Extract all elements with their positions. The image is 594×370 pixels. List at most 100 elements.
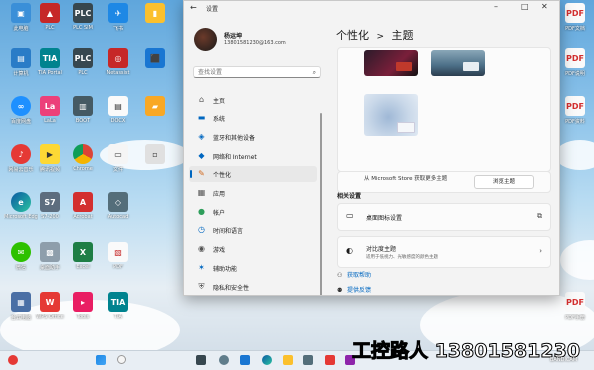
watermark: 工控路人 13801581230 (351, 340, 581, 363)
sidebar-item-accounts[interactable]: ● 帐户 (189, 204, 317, 220)
mail-icon[interactable] (240, 355, 250, 365)
sidebar-item-label: 时间和语言 (213, 228, 244, 235)
theme-gallery (337, 47, 551, 172)
folder-icon[interactable] (283, 355, 293, 365)
contrast-themes-row[interactable]: ◐ 对比度主题 适用于低视力、光敏感度的颜色主题 › (337, 236, 551, 268)
desktop-icon[interactable]: ◎ Netassist (101, 48, 135, 76)
page-title: 主题 (391, 29, 414, 42)
sidebar: 杨运坤 13801581230@163.com 查找设置 ⌕ ⌂ 主页 ▬ 系统… (184, 15, 324, 295)
minimize-button[interactable]: – (494, 2, 498, 11)
breadcrumb-parent[interactable]: 个性化 (336, 29, 369, 42)
sidebar-item-system[interactable]: ▬ 系统 (189, 110, 317, 126)
sidebar-item-privacy[interactable]: ⛨ 隐私和安全性 (189, 279, 317, 295)
task-view-icon[interactable] (196, 355, 206, 365)
avatar[interactable] (194, 28, 217, 51)
desktop-icon[interactable]: TIA TIA (101, 292, 135, 320)
maximize-button[interactable]: □ (521, 2, 529, 11)
sidebar-item-accessibility[interactable]: ✶ 辅助功能 (189, 260, 317, 276)
cloud (560, 240, 594, 280)
desktop-icon[interactable]: ▧ PDF (101, 242, 135, 270)
close-button[interactable]: ✕ (541, 2, 548, 11)
start-icon[interactable] (96, 355, 106, 365)
get-help-link[interactable]: ⚇ 获取帮助 (337, 270, 371, 279)
edge-icon[interactable] (262, 355, 272, 365)
desktop-icon[interactable]: ▸ Tools (66, 292, 100, 320)
desktop-icon[interactable]: S7 S7-200 (33, 192, 67, 220)
desktop-icon[interactable]: W WPS Office (33, 292, 67, 320)
desktop-icon[interactable]: La LaLa (33, 96, 67, 124)
app-title: 设置 (206, 6, 219, 13)
back-arrow-icon[interactable]: ← (190, 3, 197, 12)
desktop-icon[interactable]: ▶ 腾讯视频 (33, 144, 67, 173)
sidebar-item-personalization[interactable]: ✎ 个性化 (189, 166, 317, 182)
desktop-icon[interactable]: PLC PLC SIM (66, 3, 100, 31)
desktop-icon[interactable]: X Excel (66, 242, 100, 270)
search-placeholder: 查找设置 (198, 69, 223, 76)
desktop-icon[interactable]: ▫ (138, 144, 172, 164)
selection-indicator (190, 170, 192, 178)
sidebar-item-home[interactable]: ⌂ 主页 (189, 92, 317, 108)
store-icon[interactable] (303, 355, 313, 365)
settings-window: ← 设置 – □ ✕ 杨运坤 13801581230@163.com 查找设置 … (183, 0, 560, 296)
search-input[interactable]: 查找设置 ⌕ (193, 66, 321, 78)
desktop-icon[interactable]: ⬛ (138, 48, 172, 68)
sidebar-item-label: 隐私和安全性 (213, 285, 250, 292)
sidebar-item-label: 个性化 (213, 172, 232, 179)
wps-icon[interactable] (325, 355, 335, 365)
sidebar-item-bluetooth[interactable]: ◈ 蓝牙和其他设备 (189, 129, 317, 145)
desktop-icon[interactable]: Chrome (66, 144, 100, 172)
desktop-icon[interactable]: ▮ (138, 3, 172, 23)
user-email: 13801581230@163.com (224, 40, 286, 46)
sidebar-item-apps[interactable]: ▦ 应用 (189, 185, 317, 201)
browse-themes-button[interactable]: 浏览主题 (474, 175, 534, 189)
desktop-icon[interactable]: ▤ DOCX (101, 96, 135, 124)
desktop-icon[interactable]: PDF PDF文档 (558, 3, 592, 32)
contrast-themes-title: 对比度主题 (366, 246, 397, 253)
desktop-icon[interactable]: ✈ 飞书 (101, 3, 135, 32)
theme-thumbnail[interactable] (431, 50, 485, 76)
settings-taskbar-icon[interactable] (219, 355, 229, 365)
store-themes-row: 从 Microsoft Store 获取更多主题 浏览主题 (337, 171, 551, 193)
contrast-icon: ◐ (346, 246, 353, 255)
desktop-icon[interactable]: PDF PDF资料 (558, 96, 592, 125)
home-icon: ⌂ (198, 95, 205, 104)
desktop-icon[interactable]: PDF PDF说明 (558, 48, 592, 77)
network-icon: ◆ (198, 151, 205, 160)
sidebar-scrollbar[interactable] (320, 113, 322, 295)
shield-icon: ⛨ (198, 282, 205, 291)
sidebar-item-network[interactable]: ◆ 网络和 Internet (189, 148, 317, 164)
title-bar: ← 设置 – □ ✕ (184, 1, 559, 15)
sidebar-item-time[interactable]: ◷ 时间和语言 (189, 222, 317, 238)
desktop-icon-settings-label: 桌面图标设置 (366, 215, 403, 222)
breadcrumb: 个性化 > 主题 (336, 27, 414, 43)
sidebar-item-label: 蓝牙和其他设备 (213, 135, 256, 142)
sidebar-item-label: 辅助功能 (213, 266, 238, 273)
desktop-icon[interactable]: ▰ (138, 96, 172, 116)
desktop-icon[interactable]: TIA TIA Portal (33, 48, 67, 76)
theme-thumbnail[interactable] (364, 94, 418, 136)
weather-icon[interactable] (8, 355, 18, 365)
search-icon[interactable] (117, 355, 126, 364)
account-icon: ● (198, 207, 205, 216)
sidebar-item-label: 网络和 Internet (213, 154, 257, 161)
sidebar-item-label: 主页 (213, 98, 226, 105)
desktop-icon[interactable]: PLC PLC (66, 48, 100, 76)
desktop-icon[interactable]: ◇ Autocad (101, 192, 135, 220)
desktop-icon-settings-row[interactable]: ▭ 桌面图标设置 ⧉ (337, 203, 551, 231)
desktop-icon[interactable]: A Acrobat (66, 192, 100, 220)
desktop-icon[interactable]: PDF PDF手册 (558, 292, 592, 321)
related-settings-heading: 相关设置 (337, 193, 362, 200)
give-feedback-link[interactable]: ⚉ 提供反馈 (337, 285, 371, 294)
main-content: 个性化 > 主题 从 Microsoft Store 获取更多主题 浏览主题 相… (326, 15, 559, 295)
desktop-icon[interactable]: ▭ 文件 (101, 144, 135, 173)
accessibility-icon: ✶ (198, 263, 205, 272)
sidebar-item-label: 游戏 (213, 247, 226, 254)
apps-icon: ▦ (197, 188, 206, 197)
desktop-icon[interactable]: ▩ 桌面助手 (33, 242, 67, 271)
theme-thumbnail[interactable] (364, 50, 418, 76)
system-icon: ▬ (197, 113, 206, 122)
store-text: 从 Microsoft Store 获取更多主题 (364, 176, 448, 182)
sidebar-item-gaming[interactable]: ◉ 游戏 (189, 241, 317, 257)
desktop-icon[interactable]: ▲ PLC (33, 3, 67, 31)
desktop-icon[interactable]: ▥ BOOT (66, 96, 100, 124)
